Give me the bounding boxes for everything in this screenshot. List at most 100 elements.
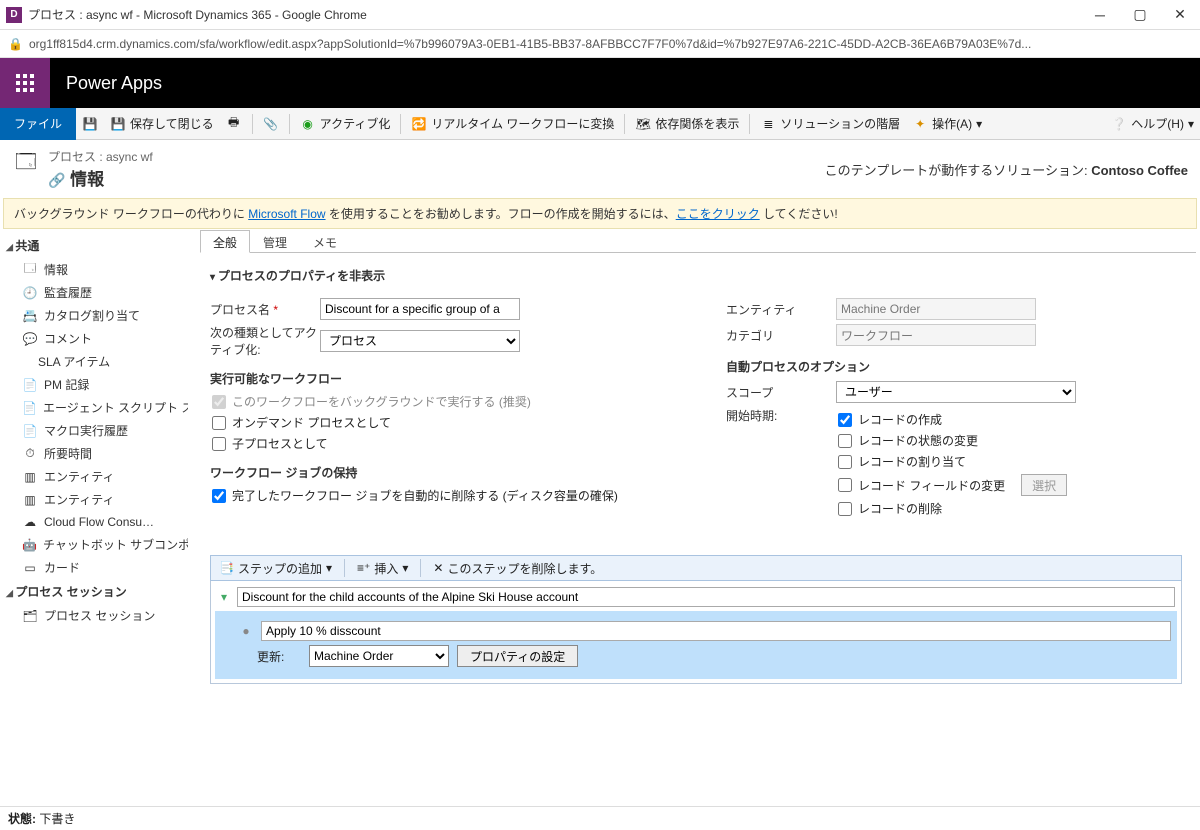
set-properties-button[interactable]: プロパティの設定 bbox=[457, 645, 578, 667]
select-activate-as[interactable]: プロセス bbox=[320, 330, 520, 352]
print-button[interactable]: 🖶 bbox=[220, 109, 248, 139]
show-dependencies-button[interactable]: 🗺依存関係を表示 bbox=[629, 109, 745, 139]
window-title: プロセス : async wf - Microsoft Dynamics 365… bbox=[28, 6, 1080, 23]
page-title: 🔗 情報 bbox=[48, 165, 153, 190]
flow-recommendation-banner: バックグラウンド ワークフローの代わりに Microsoft Flow を使用す… bbox=[3, 198, 1197, 229]
chk-retain[interactable] bbox=[212, 489, 226, 503]
btn-select-fields: 選択 bbox=[1021, 474, 1067, 496]
command-bar: ファイル 💾 💾保存して閉じる 🖶 📎 ◉アクティブ化 🔁リアルタイム ワークフ… bbox=[0, 108, 1200, 140]
info-icon: 🗔 bbox=[22, 262, 38, 278]
solution-layers-button[interactable]: ≣ソリューションの階層 bbox=[754, 109, 906, 139]
chain-icon: 🔗 bbox=[48, 172, 65, 188]
actions-menu[interactable]: ✦操作(A) ▾ bbox=[906, 109, 988, 139]
session-icon: 🗂 bbox=[22, 608, 38, 624]
nav-item-card[interactable]: ▭カード bbox=[4, 556, 188, 579]
label-start-when: 開始時期: bbox=[726, 407, 836, 424]
nav-item-entity1[interactable]: ▥エンティティ bbox=[4, 465, 188, 488]
window-close[interactable]: ✕ bbox=[1160, 0, 1200, 30]
file-menu[interactable]: ファイル bbox=[0, 108, 76, 140]
tab-strip: 全般 管理 メモ bbox=[200, 229, 1196, 253]
page-header: 🗔 プロセス : async wf 🔗 情報 このテンプレートが動作するソリュー… bbox=[0, 140, 1200, 198]
step-bullet-icon: ● bbox=[239, 624, 253, 638]
chk-record-status[interactable] bbox=[838, 434, 852, 448]
window-maximize[interactable]: ▢ bbox=[1120, 0, 1160, 30]
lock-icon: 🔒 bbox=[8, 37, 23, 51]
props-toggle[interactable]: プロセスのプロパティを非表示 bbox=[210, 263, 1182, 288]
convert-realtime-button[interactable]: 🔁リアルタイム ワークフローに変換 bbox=[405, 109, 620, 139]
window-titlebar: D プロセス : async wf - Microsoft Dynamics 3… bbox=[0, 0, 1200, 30]
label-activate-as: 次の種類としてアクティブ化: bbox=[210, 324, 320, 358]
tab-general[interactable]: 全般 bbox=[200, 230, 250, 253]
attach-button[interactable]: 📎 bbox=[257, 109, 285, 139]
paperclip-icon: 📎 bbox=[263, 116, 279, 132]
nav-item-sla[interactable]: SLA アイテム bbox=[4, 350, 188, 373]
nav-item-macro[interactable]: 📄マクロ実行履歴 bbox=[4, 419, 188, 442]
step-description-input[interactable] bbox=[261, 621, 1171, 641]
entity-icon: ▥ bbox=[22, 469, 38, 485]
label-chk-create: レコードの作成 bbox=[858, 411, 942, 428]
stage-collapse-icon[interactable]: ▾ bbox=[217, 590, 231, 604]
ms-flow-link[interactable]: Microsoft Flow bbox=[248, 207, 325, 221]
activate-button[interactable]: ◉アクティブ化 bbox=[294, 109, 397, 139]
nav-item-chatbot[interactable]: 🤖チャットボット サブコンポ… bbox=[4, 533, 188, 556]
label-chk-background: このワークフローをバックグラウンドで実行する (推奨) bbox=[232, 393, 531, 410]
nav-section-sessions[interactable]: プロセス セッション bbox=[4, 579, 188, 604]
entity-icon: ▥ bbox=[22, 492, 38, 508]
comment-icon: 💬 bbox=[22, 331, 38, 347]
nav-item-agent-script[interactable]: 📄エージェント スクリプト ス… bbox=[4, 396, 188, 419]
label-chk-field: レコード フィールドの変更 bbox=[858, 477, 1005, 494]
step-toolbar: 📑ステップの追加 ▾ ≡⁺挿入 ▾ ✕このステップを削除します。 bbox=[210, 555, 1182, 581]
separator bbox=[252, 114, 253, 134]
label-chk-status: レコードの状態の変更 bbox=[858, 432, 978, 449]
process-icon: 🗔 bbox=[12, 150, 40, 178]
delete-step-button[interactable]: ✕このステップを削除します。 bbox=[429, 560, 606, 577]
chk-record-create[interactable] bbox=[838, 413, 852, 427]
left-nav: 共通 🗔情報 🕘監査履歴 📇カタログ割り当て 💬コメント SLA アイテム 📄P… bbox=[0, 229, 192, 807]
chk-record-field[interactable] bbox=[838, 478, 852, 492]
help-button[interactable]: ❔ヘルプ(H) ▾ bbox=[1105, 109, 1200, 139]
chk-child[interactable] bbox=[212, 437, 226, 451]
window-minimize[interactable]: ─ bbox=[1080, 0, 1120, 30]
nav-section-common[interactable]: 共通 bbox=[4, 233, 188, 258]
chk-ondemand[interactable] bbox=[212, 416, 226, 430]
breadcrumb: プロセス : async wf bbox=[48, 148, 153, 165]
label-chk-ondemand: オンデマンド プロセスとして bbox=[232, 414, 391, 431]
select-scope[interactable]: ユーザー bbox=[836, 381, 1076, 403]
nav-item-cloudflow[interactable]: ☁Cloud Flow Consu… bbox=[4, 511, 188, 533]
nav-item-time[interactable]: ⏱所要時間 bbox=[4, 442, 188, 465]
print-icon: 🖶 bbox=[226, 116, 242, 132]
update-entity-select[interactable]: Machine Order bbox=[309, 645, 449, 667]
tab-admin[interactable]: 管理 bbox=[250, 230, 300, 253]
time-icon: ⏱ bbox=[22, 446, 38, 462]
browser-urlbar: 🔒 org1ff815d4.crm.dynamics.com/sfa/workf… bbox=[0, 30, 1200, 58]
step-selected[interactable]: ● 更新: Machine Order プロパティの設定 bbox=[215, 611, 1177, 679]
tab-notes[interactable]: メモ bbox=[300, 230, 350, 253]
nav-item-sessions[interactable]: 🗂プロセス セッション bbox=[4, 604, 188, 627]
step-designer: ▾ ● 更新: Machine Order プロパティの設定 bbox=[210, 581, 1182, 684]
help-icon: ❔ bbox=[1111, 116, 1127, 132]
label-entity: エンティティ bbox=[726, 301, 836, 318]
bot-icon: 🤖 bbox=[22, 537, 37, 553]
main-scroll[interactable]: プロセスのプロパティを非表示 プロセス名 * 次の種類としてアクティブ化: プロ… bbox=[196, 253, 1196, 807]
save-close-icon: 💾 bbox=[110, 116, 126, 132]
start-flow-link[interactable]: ここをクリック bbox=[676, 207, 760, 221]
input-category bbox=[836, 324, 1036, 346]
hdr-retain: ワークフロー ジョブの保持 bbox=[210, 464, 666, 481]
nav-item-catalog[interactable]: 📇カタログ割り当て bbox=[4, 304, 188, 327]
save-close-button[interactable]: 💾保存して閉じる bbox=[104, 109, 220, 139]
chk-record-delete[interactable] bbox=[838, 502, 852, 516]
nav-item-audit[interactable]: 🕘監査履歴 bbox=[4, 281, 188, 304]
input-process-name[interactable] bbox=[320, 298, 520, 320]
separator bbox=[749, 114, 750, 134]
label-chk-assign: レコードの割り当て bbox=[858, 453, 966, 470]
stage-name-input[interactable] bbox=[237, 587, 1175, 607]
nav-item-info[interactable]: 🗔情報 bbox=[4, 258, 188, 281]
nav-item-comments[interactable]: 💬コメント bbox=[4, 327, 188, 350]
save-button[interactable]: 💾 bbox=[76, 109, 104, 139]
app-launcher[interactable] bbox=[0, 58, 50, 108]
chk-record-assign[interactable] bbox=[838, 455, 852, 469]
insert-step-button[interactable]: ≡⁺挿入 ▾ bbox=[353, 560, 412, 577]
nav-item-pm[interactable]: 📄PM 記録 bbox=[4, 373, 188, 396]
nav-item-entity2[interactable]: ▥エンティティ bbox=[4, 488, 188, 511]
add-step-button[interactable]: 📑ステップの追加 ▾ bbox=[215, 560, 336, 577]
